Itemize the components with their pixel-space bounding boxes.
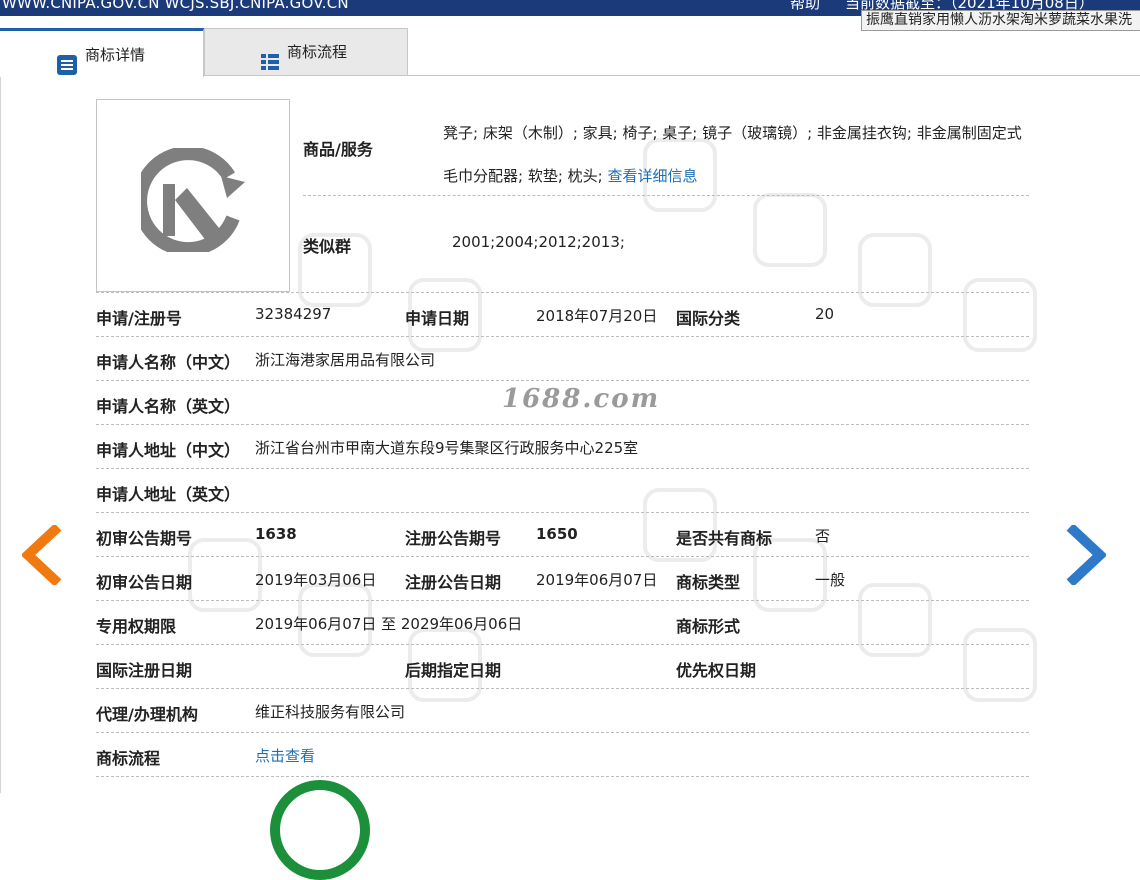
app-date-value: 2018年07月20日	[536, 307, 658, 325]
data-date-text: 当前数据截至：（2021年10月08日）	[845, 0, 1094, 12]
list-icon	[261, 44, 281, 70]
trademark-logo-icon	[141, 148, 245, 252]
next-arrow-icon[interactable]	[1066, 525, 1106, 585]
prelim-no-label: 初审公告期号	[96, 529, 193, 548]
term-value: 2019年06月07日 至 2029年06月06日	[255, 615, 523, 633]
reg-pub-no-label: 注册公告期号	[405, 529, 502, 548]
address-cn-value: 浙江省台州市甲南大道东段9号集聚区行政服务中心225室	[255, 439, 639, 457]
prev-arrow-icon[interactable]	[22, 525, 62, 585]
reg-pub-date-value: 2019年06月07日	[536, 571, 658, 589]
reg-pub-date-label: 注册公告日期	[405, 573, 502, 592]
shared-value: 否	[815, 527, 831, 545]
tab-trademark-details[interactable]: 商标详情	[0, 28, 204, 77]
tab-label: 商标详情	[85, 46, 146, 64]
later-date-label: 后期指定日期	[405, 661, 502, 680]
priority-label: 优先权日期	[676, 661, 757, 680]
similar-group-label: 类似群	[303, 237, 352, 256]
document-list-icon	[57, 47, 77, 75]
divider	[303, 195, 1029, 196]
applicant-en-label: 申请人名称（英文）	[96, 397, 241, 416]
table-row: 国际注册日期 后期指定日期 优先权日期	[96, 645, 1029, 689]
similar-group-value: 2001;2004;2012;2013;	[452, 233, 625, 251]
app-date-label: 申请日期	[405, 309, 470, 328]
goods-services-text: 凳子; 床架（木制）; 家具; 椅子; 桌子; 镜子（玻璃镜）; 非金属挂衣钩;…	[443, 112, 1033, 198]
site-url-text: WWW.CNIPA.GOV.CN WCJS.SBJ.CNIPA.GOV.CN	[2, 0, 349, 12]
prelim-no-value: 1638	[255, 525, 297, 543]
table-row: 申请人地址（英文）	[96, 469, 1029, 513]
help-link[interactable]: 帮助	[790, 0, 820, 11]
agent-value: 维正科技服务有限公司	[255, 703, 406, 721]
address-cn-label: 申请人地址（中文）	[96, 441, 241, 460]
goods-services-label: 商品/服务	[303, 140, 373, 159]
process-label: 商标流程	[96, 749, 161, 768]
term-label: 专用权期限	[96, 617, 177, 636]
reg-no-label: 申请/注册号	[96, 309, 182, 328]
site-watermark: 1688.com	[502, 384, 661, 414]
table-row: 专用权期限 2019年06月07日 至 2029年06月06日 商标形式	[96, 601, 1029, 645]
intl-class-value: 20	[815, 305, 835, 323]
goods-services-value: 凳子; 床架（木制）; 家具; 椅子; 桌子; 镜子（玻璃镜）; 非金属挂衣钩;…	[443, 124, 1022, 185]
type-value: 一般	[815, 571, 846, 589]
type-label: 商标类型	[676, 573, 741, 592]
table-row: 初审公告期号 1638 注册公告期号 1650 是否共有商标 否	[96, 513, 1029, 557]
table-row: 代理/办理机构 维正科技服务有限公司	[96, 689, 1029, 733]
tab-trademark-process[interactable]: 商标流程	[204, 28, 408, 76]
approval-stamp	[270, 780, 370, 880]
reg-pub-no-value: 1650	[536, 525, 578, 543]
intl-reg-date-label: 国际注册日期	[96, 661, 193, 680]
view-process-link[interactable]: 点击查看	[255, 745, 315, 766]
table-row: 申请人地址（中文） 浙江省台州市甲南大道东段9号集聚区行政服务中心225室	[96, 425, 1029, 469]
prelim-date-label: 初审公告日期	[96, 573, 193, 592]
address-en-label: 申请人地址（英文）	[96, 485, 241, 504]
applicant-cn-label: 申请人名称（中文）	[96, 353, 241, 372]
prelim-date-value: 2019年03月06日	[255, 571, 377, 589]
table-row: 申请人名称（中文） 浙江海港家居用品有限公司	[96, 337, 1029, 381]
tab-label: 商标流程	[287, 43, 348, 61]
agent-label: 代理/办理机构	[96, 705, 198, 724]
shared-label: 是否共有商标	[676, 529, 773, 548]
tab-bar: 商标详情 商标流程	[0, 28, 1140, 77]
table-row: 初审公告日期 2019年03月06日 注册公告日期 2019年06月07日 商标…	[96, 557, 1029, 601]
table-row: 商标流程 点击查看	[96, 733, 1029, 777]
view-detail-link[interactable]: 查看详细信息	[607, 167, 697, 185]
window-title-tooltip: 振鹰直销家用懒人沥水架淘米萝蔬菜水果洗	[861, 10, 1140, 31]
table-row: 申请/注册号 32384297 申请日期 2018年07月20日 国际分类 20	[96, 293, 1029, 337]
trademark-image	[96, 99, 290, 292]
applicant-cn-value: 浙江海港家居用品有限公司	[255, 351, 436, 369]
intl-class-label: 国际分类	[676, 309, 741, 328]
form-label: 商标形式	[676, 617, 741, 636]
reg-no-value: 32384297	[255, 305, 332, 323]
